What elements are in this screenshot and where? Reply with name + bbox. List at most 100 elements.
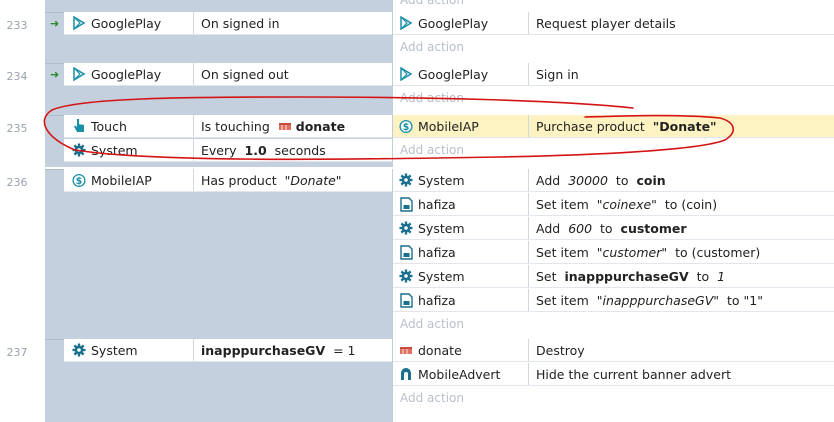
event-block[interactable]: 237 System inapppurchaseGV = 1 donate Destro… xyxy=(0,339,834,422)
param-text: inapppurchaseGV xyxy=(201,342,326,358)
param-text: Hide the current banner advert xyxy=(536,366,731,382)
action-row[interactable]: $ MobileIAP Purchase product "Donate" xyxy=(393,115,834,138)
action-object: hafiza xyxy=(393,193,529,215)
param-text: donate xyxy=(295,118,346,134)
param-text: Every xyxy=(201,142,241,158)
action-row[interactable]: System Set inapppurchaseGV to 1 xyxy=(393,265,834,288)
condition-row[interactable]: $ MobileIAP Has product "Donate" xyxy=(64,169,392,192)
condition-object: System xyxy=(64,339,194,361)
param-text: On signed in xyxy=(201,15,280,31)
param-text: 30000 xyxy=(568,172,608,188)
event-line-number: 236 xyxy=(6,176,28,189)
param-text: 1 xyxy=(717,268,726,284)
action-object: hafiza xyxy=(393,241,529,263)
action-row[interactable]: GooglePlay Sign in xyxy=(393,63,834,86)
object-name: donate xyxy=(418,342,462,358)
gear-icon xyxy=(399,221,413,235)
param-text: coin xyxy=(636,172,666,188)
event-line-number: 233 xyxy=(6,19,28,32)
action-row[interactable]: donate Destroy xyxy=(393,339,834,362)
event-block[interactable]: 234 ➜ GooglePlay On signed out GooglePlay Sig… xyxy=(0,63,834,115)
add-action-link[interactable]: Add action xyxy=(400,40,464,54)
param-text: Request player details xyxy=(536,15,676,31)
param-text: to xyxy=(596,220,617,236)
gear-icon xyxy=(399,173,413,187)
param-text: Set item xyxy=(536,292,593,308)
condition-row[interactable]: Touch Is touching donate xyxy=(64,115,392,138)
event-block[interactable]: 236 $ MobileIAP Has product "Donate" System A… xyxy=(0,169,834,355)
object-name: MobileIAP xyxy=(91,172,152,188)
object-name: hafiza xyxy=(418,244,456,260)
add-action-link[interactable]: Add action xyxy=(400,91,464,105)
event-block-previous: Add action xyxy=(0,0,834,12)
event-line-number: 235 xyxy=(6,122,28,135)
param-text: to (customer) xyxy=(671,244,761,260)
svg-text:$: $ xyxy=(76,175,83,186)
object-name: System xyxy=(418,172,465,188)
param-text: 600 xyxy=(568,220,593,236)
event-line-number: 237 xyxy=(6,346,28,359)
condition-row[interactable]: ➜ GooglePlay On signed out xyxy=(50,63,392,86)
storage-icon xyxy=(399,292,413,308)
sprite-icon xyxy=(278,119,292,133)
param-text: = 1 xyxy=(329,342,356,358)
action-object: MobileAdvert xyxy=(393,363,529,385)
touch-icon xyxy=(72,119,86,133)
condition-object: Touch xyxy=(64,115,194,137)
action-row[interactable]: System Add 600 to customer xyxy=(393,217,834,240)
object-name: GooglePlay xyxy=(91,66,162,82)
param-text: Is touching xyxy=(201,118,274,134)
param-text: Sign in xyxy=(536,66,579,82)
object-name: System xyxy=(91,342,138,358)
sprite-icon xyxy=(399,343,413,357)
action-object: System xyxy=(393,265,529,287)
event-block[interactable]: 235 Touch Is touching donate System Every 1.… xyxy=(0,115,834,167)
action-object: hafiza xyxy=(393,289,529,311)
param-text: Add xyxy=(536,172,565,188)
object-name: MobileIAP xyxy=(418,118,479,134)
gear-icon xyxy=(399,269,413,283)
action-row[interactable]: hafiza Set item "customer" to (customer) xyxy=(393,241,834,264)
param-text: Add xyxy=(536,220,565,236)
trigger-arrow-icon: ➜ xyxy=(50,67,60,81)
object-name: Touch xyxy=(91,118,127,134)
action-row[interactable]: GooglePlay Request player details xyxy=(393,12,834,35)
action-object: $ MobileIAP xyxy=(393,115,529,137)
play-icon xyxy=(72,67,86,81)
object-name: System xyxy=(418,268,465,284)
param-text: to xyxy=(611,172,633,188)
action-row[interactable]: System Add 30000 to coin xyxy=(393,169,834,192)
param-text: "inapppurchaseGV" xyxy=(596,292,720,308)
condition-row[interactable]: ➜ GooglePlay On signed in xyxy=(50,12,392,35)
condition-object: System xyxy=(64,139,194,161)
condition-object: ➜ GooglePlay xyxy=(50,12,194,34)
object-name: hafiza xyxy=(418,292,456,308)
add-action-link[interactable]: Add action xyxy=(400,143,464,157)
condition-row[interactable]: System inapppurchaseGV = 1 xyxy=(64,339,392,362)
event-block[interactable]: 233 ➜ GooglePlay On signed in GooglePlay Requ… xyxy=(0,12,834,64)
gear-icon xyxy=(72,343,86,357)
param-text: Purchase product xyxy=(536,118,649,134)
storage-icon xyxy=(399,244,413,260)
param-text: Set xyxy=(536,268,561,284)
action-object: System xyxy=(393,169,529,191)
action-row[interactable]: hafiza Set item "inapppurchaseGV" to "1" xyxy=(393,289,834,312)
object-name: System xyxy=(91,142,138,158)
object-name: GooglePlay xyxy=(91,15,162,31)
object-name: hafiza xyxy=(418,196,456,212)
action-row[interactable]: MobileAdvert Hide the current banner adve… xyxy=(393,363,834,386)
action-row[interactable]: hafiza Set item "coinexe" to (coin) xyxy=(393,193,834,216)
object-name: MobileAdvert xyxy=(418,366,501,382)
gear-icon xyxy=(72,143,86,157)
dollar-icon: $ xyxy=(399,119,413,133)
add-action-link[interactable]: Add action xyxy=(400,0,464,7)
add-action-link[interactable]: Add action xyxy=(400,391,464,405)
param-text: customer xyxy=(620,220,687,236)
action-object: donate xyxy=(393,339,529,361)
add-action-link[interactable]: Add action xyxy=(400,317,464,331)
condition-row[interactable]: System Every 1.0 seconds xyxy=(64,139,392,162)
param-text: seconds xyxy=(270,142,326,158)
param-text: Set item xyxy=(536,196,593,212)
trigger-arrow-icon: ➜ xyxy=(50,16,60,30)
param-text: Destroy xyxy=(536,342,585,358)
